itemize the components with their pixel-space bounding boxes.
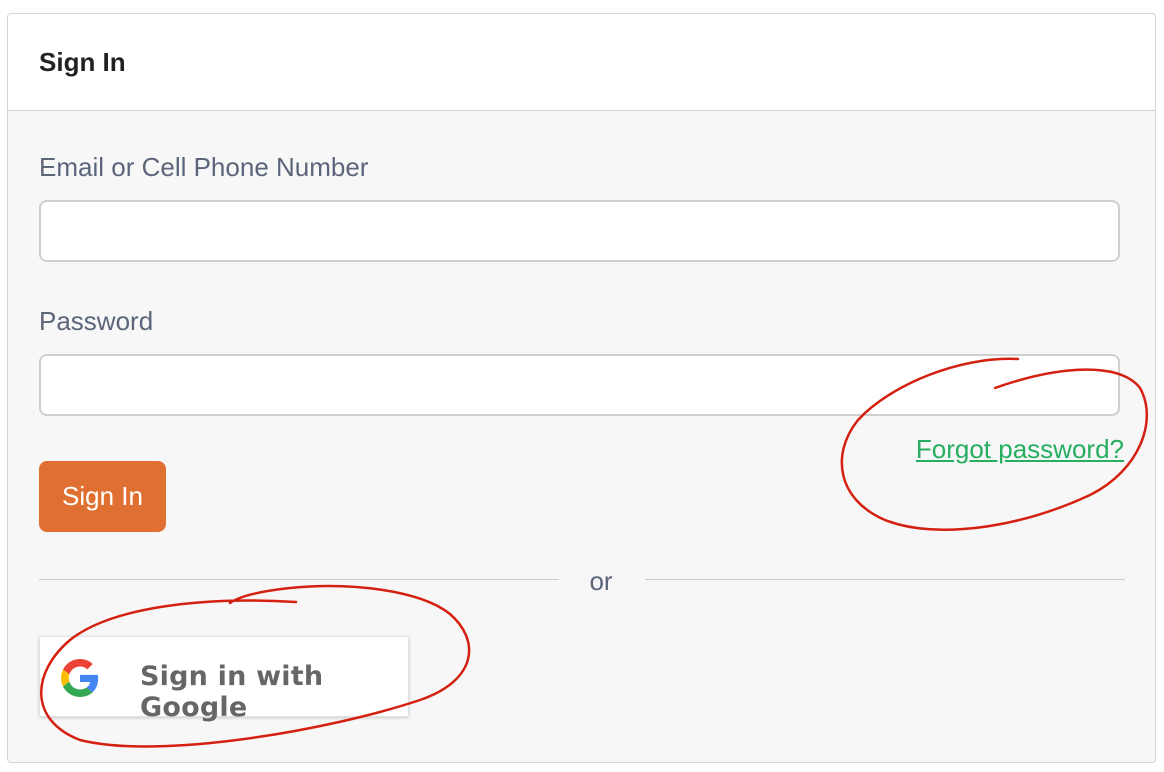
password-field[interactable]: [39, 354, 1120, 416]
page-title: Sign In: [39, 46, 126, 77]
card-header: Sign In: [8, 14, 1155, 111]
signin-card: Sign In Email or Cell Phone Number Passw…: [7, 13, 1156, 763]
divider-line-left: [39, 579, 559, 580]
google-button-label: Sign in with Google: [140, 661, 324, 723]
sign-in-button[interactable]: Sign In: [39, 461, 166, 532]
email-field[interactable]: [39, 200, 1120, 262]
divider-or-text: or: [589, 566, 613, 596]
forgot-password-link[interactable]: Forgot password?: [916, 434, 1124, 465]
sign-in-with-google-button[interactable]: Sign in with Google: [39, 636, 409, 723]
password-label: Password: [39, 306, 154, 336]
divider-line-right: [645, 579, 1125, 580]
email-label: Email or Cell Phone Number: [39, 152, 369, 182]
google-g-icon: [61, 659, 99, 697]
